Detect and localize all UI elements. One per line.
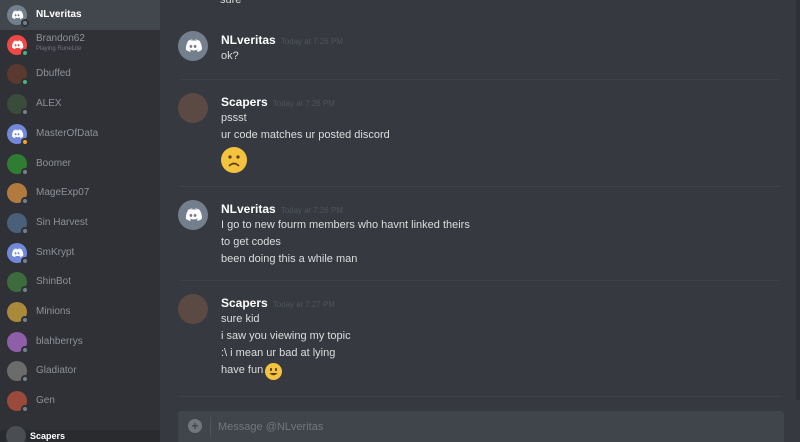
message-timestamp: Today at 7:26 PM (280, 37, 343, 46)
message-text: pssst (221, 112, 247, 124)
discord-logo-icon[interactable] (178, 200, 208, 230)
dm-sidebar: NLveritas Brandon62 Playing RuneLite Dbuffe… (0, 0, 160, 442)
status-indicator (21, 167, 29, 176)
frowning-face-icon (221, 147, 247, 173)
author-name[interactable]: NLveritas (221, 202, 276, 216)
dm-name: Brandon62 (36, 32, 85, 44)
dm-name: Sin Harvest (36, 216, 88, 228)
dm-activity: Playing RuneLite (36, 45, 82, 52)
dm-item[interactable]: ShinBot (0, 267, 160, 297)
status-indicator (21, 108, 29, 117)
status-indicator (21, 197, 29, 206)
discord-logo-icon[interactable] (178, 31, 208, 61)
upload-button[interactable]: + (188, 419, 202, 433)
message-text: been doing this a while man (221, 253, 358, 265)
dm-name: NLveritas (36, 9, 82, 20)
message-timestamp: Today at 7:27 PM (272, 300, 335, 309)
chat-area: sure + NLveritas Today at 7:26 PM ok? Scape… (160, 0, 800, 442)
status-indicator (21, 405, 29, 414)
dm-name: Gen (36, 395, 55, 407)
dm-item[interactable]: NLveritas (0, 0, 160, 30)
status-indicator (21, 226, 29, 235)
status-indicator (21, 256, 29, 265)
dm-item[interactable]: Sin Harvest (0, 208, 160, 238)
message-author[interactable]: Scapers Today at 7:27 PM (221, 296, 335, 310)
dm-item[interactable]: MageExp07 (0, 178, 160, 208)
dm-item[interactable]: ALEX (0, 89, 160, 119)
message-divider (180, 280, 780, 281)
message-author[interactable]: NLveritas Today at 7:26 PM (221, 33, 343, 47)
avatar[interactable] (178, 294, 208, 324)
status-indicator (21, 48, 29, 57)
message-divider (180, 186, 780, 187)
dm-item[interactable]: Boomer (0, 149, 160, 179)
message-divider (180, 79, 780, 80)
dm-name: Dbuffed (36, 68, 71, 80)
dm-item[interactable]: MasterOfData (0, 119, 160, 149)
dm-item[interactable]: Minions (0, 297, 160, 327)
author-name[interactable]: Scapers (221, 296, 268, 310)
dm-name: blahberrys (36, 335, 83, 347)
status-indicator (21, 345, 29, 354)
user-panel: Scapers (0, 426, 160, 442)
message-author[interactable]: NLveritas Today at 7:26 PM (221, 202, 343, 216)
message-timestamp: Today at 7:26 PM (280, 206, 343, 215)
smiling-face-icon (265, 363, 282, 380)
dm-item[interactable]: Gladiator (0, 356, 160, 386)
dm-item[interactable]: Brandon62 Playing RuneLite (0, 30, 160, 60)
dm-name: Gladiator (36, 365, 77, 377)
user-avatar[interactable] (6, 426, 26, 442)
message-text: sure kid (221, 313, 260, 325)
clipped-message-text: sure (220, 0, 242, 6)
dm-item[interactable]: blahberrys (0, 327, 160, 357)
message-text: i saw you viewing my topic (221, 330, 351, 342)
message-text: :\ i mean ur bad at lying (221, 347, 336, 359)
dm-name: ALEX (36, 98, 62, 110)
dm-item[interactable]: SmKrypt (0, 238, 160, 268)
author-name[interactable]: NLveritas (221, 33, 276, 47)
composer-divider (210, 417, 211, 436)
user-panel-name: Scapers (30, 431, 66, 441)
message-text: I go to new fourm members who havnt link… (221, 219, 470, 231)
dm-item[interactable]: Dbuffed (0, 59, 160, 89)
message-timestamp: Today at 7:26 PM (272, 99, 335, 108)
chat-scrollbar[interactable] (796, 0, 800, 400)
dm-name: MageExp07 (36, 187, 90, 199)
message-text: to get codes (221, 236, 281, 248)
message-divider (180, 396, 780, 397)
dm-name: Boomer (36, 157, 72, 169)
message-text: ur code matches ur posted discord (221, 129, 390, 141)
dm-name: Minions (36, 306, 71, 317)
status-indicator (21, 19, 29, 27)
message-text: have fun (221, 364, 264, 376)
avatar[interactable] (178, 93, 208, 123)
author-name[interactable]: Scapers (221, 95, 268, 109)
message-author[interactable]: Scapers Today at 7:26 PM (221, 95, 335, 109)
status-indicator (21, 286, 29, 295)
status-indicator (21, 137, 29, 146)
message-composer: + (178, 411, 784, 442)
dm-name: MasterOfData (36, 127, 99, 139)
message-text: ok? (221, 50, 239, 62)
dm-name: SmKrypt (36, 246, 75, 258)
message-input[interactable] (218, 418, 758, 435)
status-indicator (21, 316, 29, 324)
dm-name: ShinBot (36, 276, 72, 288)
status-indicator (21, 375, 29, 384)
dm-item[interactable]: Gen (0, 386, 160, 416)
status-indicator (21, 78, 29, 87)
